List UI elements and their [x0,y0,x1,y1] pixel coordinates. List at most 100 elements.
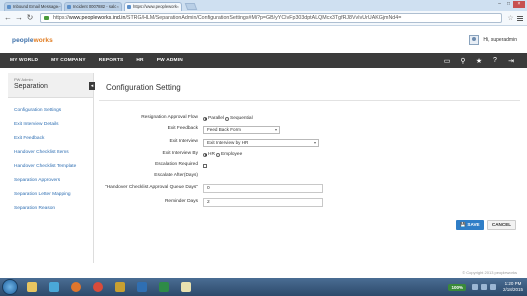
taskbar-excel-icon[interactable] [154,280,174,295]
taskbar-media-icon[interactable] [44,280,64,295]
url-path: /STRG/HLM/SeparationAdmin/ConfigurationS… [125,15,402,21]
nav-pw-admin[interactable]: PW ADMIN [157,58,183,63]
taskbar-chrome-icon[interactable] [88,280,108,295]
avatar[interactable] [469,35,480,45]
exit-feedback-label: Exit Feedback [167,126,198,131]
exit-interview-by-label: Exit Interview By [162,151,198,156]
tab-label: https://www.peoplework [133,4,177,9]
radio-hr[interactable] [203,152,207,157]
peopleworks-logo[interactable]: peopleworks [12,37,53,44]
favicon-icon [7,5,11,9]
sidebar: PW Admin Separation ◂ Configuration Sett… [8,73,95,263]
taskbar-outlook-icon[interactable] [132,280,152,295]
radio-parallel[interactable] [203,116,207,121]
resignation-flow-options: Parallel Sequential [203,114,253,123]
taskbar-notes-icon[interactable] [176,280,196,295]
favicon-icon [127,5,131,9]
escalate-after-row: Escalate After(Days) [99,172,520,181]
sidebar-list: Configuration Settings Exit Interview De… [8,98,93,216]
resignation-flow-row: Resignation Approval Flow Parallel Seque… [99,114,520,123]
new-tab-button[interactable] [184,3,198,10]
module-caption: PW Admin [14,77,33,82]
reload-icon[interactable]: ↻ [25,13,35,23]
escalation-required-checkbox[interactable] [203,163,207,168]
browser-tab-strip: Inbound Email Message - × Incident 000788… [0,0,527,11]
sidebar-item-exit-feedback[interactable]: Exit Feedback [14,132,93,146]
reminder-days-input[interactable]: 2 [203,198,323,207]
url-field[interactable]: https://www.peopleworks.ind.in/STRG/HLM/… [40,13,502,23]
nav-tools: ▭ ⚲ ★ ? ⇥ [439,53,519,68]
logo-prefix: people [12,37,34,44]
nav-reports[interactable]: REPORTS [99,58,124,63]
radio-sequential[interactable] [225,116,229,121]
cancel-button[interactable]: CANCEL [487,220,516,230]
copyright-footer: © Copyright 2013 peopleworks [462,270,517,275]
volume-icon[interactable] [480,284,487,290]
module-title: Separation [14,83,48,90]
exit-feedback-select[interactable]: Feed Back Form ▾ [203,125,280,134]
escalation-required-row: Escalation Required [99,161,520,170]
taskbar-explorer-icon[interactable] [22,280,42,295]
start-button[interactable] [2,279,18,295]
help-icon[interactable]: ? [487,57,503,64]
favorites-star-icon[interactable]: ★ [471,57,487,65]
sidebar-item-exit-interview-details[interactable]: Exit Interview Details [14,118,93,132]
nav-my-company[interactable]: MY COMPANY [51,58,86,63]
chevron-down-icon: ▾ [313,139,316,145]
forward-arrow-icon[interactable]: → [14,13,24,23]
exit-interview-by-row: Exit Interview By HR Employee [99,150,520,159]
back-arrow-icon[interactable]: ← [3,13,13,23]
collapse-sidebar-icon[interactable]: ◂ [89,82,95,90]
exit-feedback-row: Exit Feedback Feed Back Form ▾ [99,125,520,134]
main-content: Configuration Setting Resignation Approv… [99,73,520,263]
sidebar-item-handover-checklist-items[interactable]: Handover Checklist Items [14,146,93,160]
taskbar-app-icon[interactable] [110,280,130,295]
browser-menu-icon[interactable] [515,14,524,23]
exit-interview-select[interactable]: Exit Interview by HR ▾ [203,138,319,147]
user-menu[interactable]: Hi, superadmin [469,35,517,45]
main-nav: MY WORLD MY COMPANY REPORTS HR PW ADMIN … [0,53,527,68]
handover-queue-label: "Handover Checklist Approval Queue Days" [105,185,198,190]
url-host: www.peopleworks.ind.in [68,15,126,21]
app-header: peopleworks Hi, superadmin [0,26,527,53]
close-tab-icon[interactable]: × [57,3,59,11]
nav-hr[interactable]: HR [136,58,143,63]
close-window-icon[interactable]: × [513,1,525,8]
sidebar-item-configuration-settings[interactable]: Configuration Settings [14,104,93,118]
tab-label: Incident 0007882 - salc [73,4,117,9]
sidebar-item-handover-checklist-template[interactable]: Handover Checklist Template [14,160,93,174]
windows-taskbar: 100% 1:20 PM 2/18/2015 [0,278,527,296]
radio-sequential-label: Sequential [230,116,253,121]
browser-tab-active[interactable]: https://www.peoplework × [124,2,182,11]
flag-icon[interactable] [489,284,496,290]
exit-interview-by-options: HR Employee [203,150,242,159]
pin-icon[interactable]: ⚲ [455,57,471,65]
logout-icon[interactable]: ⇥ [503,57,519,65]
close-tab-icon[interactable]: × [117,3,119,11]
close-tab-icon[interactable]: × [177,3,179,11]
zoom-level[interactable]: 100% [448,283,466,291]
handover-queue-input[interactable]: 0 [203,184,323,193]
exit-interview-value: Exit Interview by HR [207,139,249,145]
browser-tab[interactable]: Incident 0007882 - salc × [64,2,122,11]
nav-my-world[interactable]: MY WORLD [10,58,38,63]
maximize-icon[interactable]: □ [504,1,513,8]
radio-employee[interactable] [215,152,220,157]
sidebar-item-separation-reason[interactable]: Separation Reason [14,202,93,216]
save-button[interactable]: 💾 SAVE [456,220,484,230]
sidebar-item-separation-letter-mapping[interactable]: Separation Letter Mapping [14,188,93,202]
taskbar-firefox-icon[interactable] [66,280,86,295]
browser-tab[interactable]: Inbound Email Message - × [4,2,62,11]
sidebar-item-separation-approvers[interactable]: Separation Approvers [14,174,93,188]
sidebar-header: PW Admin Separation ◂ [8,73,95,98]
network-icon[interactable] [471,284,478,290]
bookmark-star-icon[interactable]: ☆ [506,14,515,22]
minimize-icon[interactable]: – [495,1,504,8]
title-divider [99,100,520,101]
exit-feedback-value: Feed Back Form [207,126,241,132]
user-greeting: Hi, superadmin [483,37,517,43]
address-bar-row: ← → ↻ https://www.peopleworks.ind.in/STR… [0,11,527,26]
book-icon[interactable]: ▭ [439,57,455,65]
radio-parallel-label: Parallel [208,116,224,121]
clock[interactable]: 1:20 PM 2/18/2015 [503,281,523,293]
